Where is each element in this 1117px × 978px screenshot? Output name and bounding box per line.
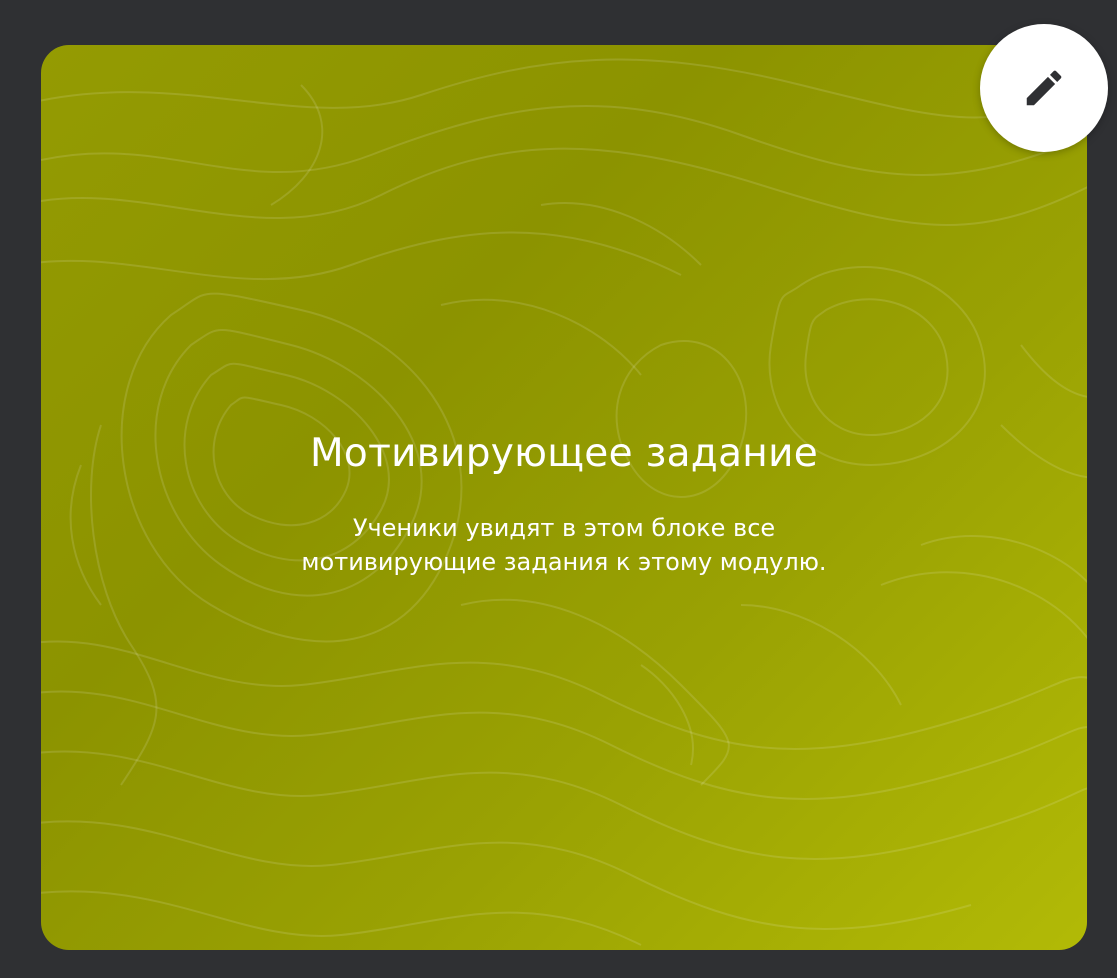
motivating-task-card: Мотивирующее задание Ученики увидят в эт… [41, 45, 1087, 950]
card-content: Мотивирующее задание Ученики увидят в эт… [41, 428, 1087, 579]
edit-button[interactable] [980, 24, 1108, 152]
card-description: Ученики увидят в этом блоке все мотивиру… [301, 514, 827, 576]
card-title: Мотивирующее задание [309, 431, 819, 476]
pencil-icon [1021, 65, 1067, 111]
